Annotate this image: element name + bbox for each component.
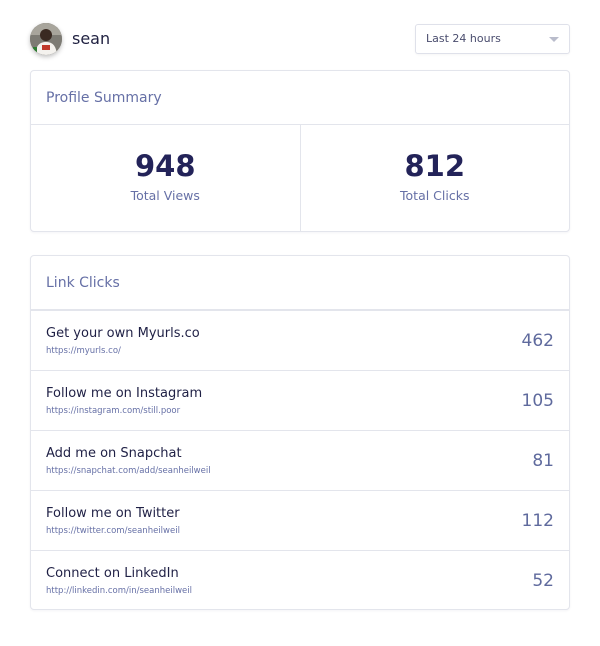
link-click-count: 105 (521, 391, 554, 411)
time-range-value: Last 24 hours (426, 32, 501, 45)
link-url: https://instagram.com/still.poor (46, 406, 181, 416)
list-item[interactable]: Add me on Snapchat https://snapchat.com/… (31, 430, 569, 490)
list-item[interactable]: Get your own Myurls.co https://myurls.co… (31, 310, 569, 370)
total-clicks-value: 812 (404, 148, 466, 183)
username: sean (72, 29, 111, 48)
avatar[interactable] (30, 23, 62, 55)
link-title: Add me on Snapchat (46, 446, 182, 461)
list-item[interactable]: Connect on LinkedIn http://linkedin.com/… (31, 550, 569, 610)
profile-summary-title: Profile Summary (31, 71, 569, 125)
link-url: https://snapchat.com/add/seanheilweil (46, 466, 211, 476)
link-title: Follow me on Instagram (46, 386, 203, 401)
link-click-count: 462 (521, 331, 554, 351)
total-views-label: Total Views (130, 187, 200, 203)
link-title: Get your own Myurls.co (46, 326, 200, 341)
link-clicks-card: Link Clicks Get your own Myurls.co https… (30, 255, 570, 610)
profile-summary-card: Profile Summary 948 Total Views 812 Tota… (30, 70, 570, 232)
dashboard-page: sean Last 24 hours Profile Summary 948 T… (0, 0, 600, 646)
page-header: sean Last 24 hours (30, 23, 570, 55)
link-title: Connect on LinkedIn (46, 566, 179, 581)
total-clicks-stat: 812 Total Clicks (299, 125, 570, 232)
total-views-stat: 948 Total Views (31, 125, 300, 232)
link-url: http://linkedin.com/in/seanheilweil (46, 586, 192, 596)
total-views-value: 948 (134, 148, 196, 183)
time-range-select[interactable]: Last 24 hours (415, 24, 570, 54)
link-click-count: 112 (521, 511, 554, 531)
link-click-count: 81 (532, 451, 554, 471)
user-photo-icon (30, 23, 62, 55)
list-item[interactable]: Follow me on Instagram https://instagram… (31, 370, 569, 430)
link-title: Follow me on Twitter (46, 506, 180, 521)
link-clicks-title: Link Clicks (31, 256, 569, 310)
link-url: https://myurls.co/ (46, 346, 121, 356)
link-url: https://twitter.com/seanheilweil (46, 526, 180, 536)
total-clicks-label: Total Clicks (400, 187, 470, 203)
summary-stats: 948 Total Views 812 Total Clicks (31, 125, 569, 232)
list-item[interactable]: Follow me on Twitter https://twitter.com… (31, 490, 569, 550)
link-click-count: 52 (532, 571, 554, 591)
chevron-down-icon (549, 37, 559, 42)
